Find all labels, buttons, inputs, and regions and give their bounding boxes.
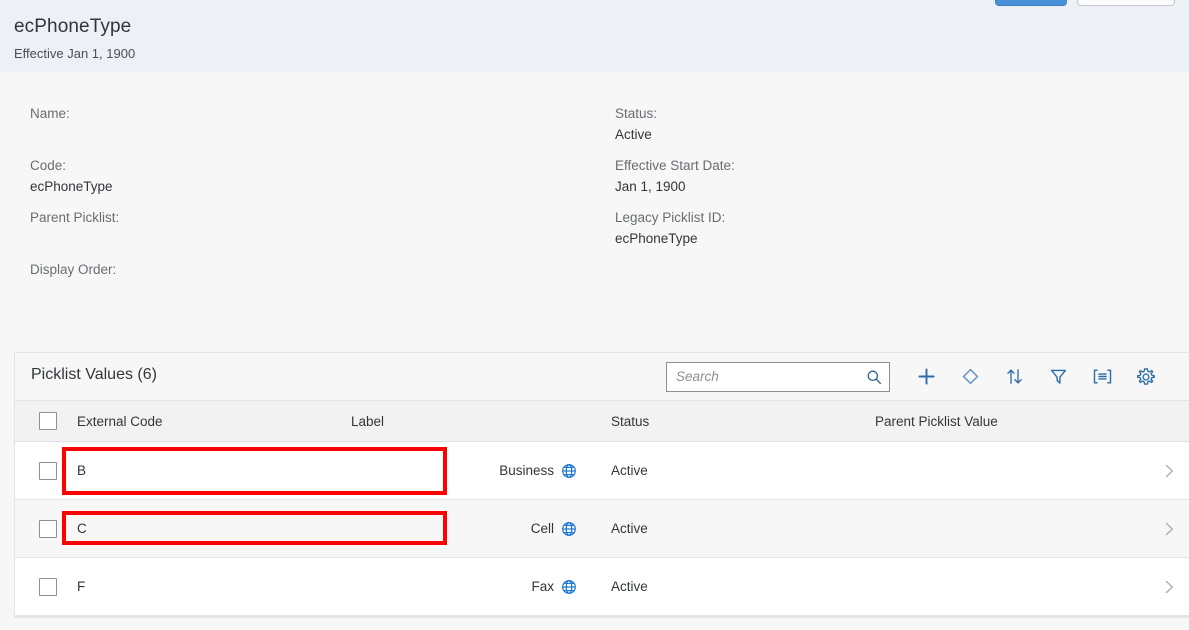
column-header-parent-picklist-value[interactable]: Parent Picklist Value [875, 414, 1150, 429]
cell-status: Active [611, 579, 875, 594]
search-icon[interactable] [866, 369, 882, 385]
table-toolbar-actions [666, 353, 1168, 400]
field-parent-picklist-value [30, 229, 119, 248]
field-status-value: Active [615, 125, 657, 144]
picklist-values-table: Picklist Values (6) [14, 352, 1189, 617]
column-header-external-code[interactable]: External Code [77, 414, 351, 429]
globe-icon[interactable] [561, 521, 577, 537]
column-header-status[interactable]: Status [611, 414, 875, 429]
column-header-label[interactable]: Label [351, 414, 611, 429]
row-checkbox[interactable] [39, 462, 57, 480]
field-parent-picklist: Parent Picklist: [30, 209, 119, 248]
cell-external-code: C [77, 521, 351, 536]
add-icon[interactable] [904, 357, 948, 397]
field-legacy-picklist-id: Legacy Picklist ID: ecPhoneType [615, 209, 725, 248]
table-bottom-divider [14, 617, 1189, 618]
cell-external-code: F [77, 579, 351, 594]
select-all-checkbox-cell[interactable] [15, 412, 77, 430]
group-icon[interactable] [1080, 357, 1124, 397]
field-legacy-picklist-id-value: ecPhoneType [615, 229, 725, 248]
field-code-value: ecPhoneType [30, 177, 113, 196]
row-checkbox-cell[interactable] [15, 462, 77, 480]
field-legacy-picklist-id-label: Legacy Picklist ID: [615, 209, 725, 227]
sort-icon[interactable] [992, 357, 1036, 397]
field-code-label: Code: [30, 157, 113, 175]
cell-external-code: B [77, 463, 351, 478]
field-code: Code: ecPhoneType [30, 157, 113, 196]
page-title: ecPhoneType [14, 16, 131, 38]
object-page-header: ecPhoneType Effective Jan 1, 1900 [0, 0, 1189, 72]
row-checkbox[interactable] [39, 578, 57, 596]
globe-icon[interactable] [561, 579, 577, 595]
header-primary-button[interactable] [995, 0, 1067, 6]
row-navigation-chevron-icon[interactable] [1150, 521, 1189, 537]
table-row[interactable]: B Business Active [15, 442, 1189, 500]
globe-icon[interactable] [561, 463, 577, 479]
settings-gear-icon[interactable] [1124, 357, 1168, 397]
field-status-label: Status: [615, 105, 657, 123]
picklist-detail-page: ecPhoneType Effective Jan 1, 1900 Name: … [0, 0, 1189, 630]
select-all-checkbox[interactable] [39, 412, 57, 430]
field-status: Status: Active [615, 105, 657, 144]
cell-label: Fax [351, 579, 611, 595]
search-field[interactable] [666, 362, 890, 392]
page-subtitle: Effective Jan 1, 1900 [14, 46, 135, 61]
header-secondary-button[interactable] [1077, 0, 1175, 6]
cell-label-text: Cell [531, 521, 554, 536]
field-parent-picklist-label: Parent Picklist: [30, 209, 119, 227]
field-name-label: Name: [30, 105, 70, 123]
header-action-buttons [995, 0, 1175, 6]
field-display-order-value [30, 281, 116, 300]
cell-label-text: Fax [531, 579, 554, 594]
field-display-order-label: Display Order: [30, 261, 116, 279]
table-title: Picklist Values (6) [31, 366, 157, 384]
filter-icon[interactable] [1036, 357, 1080, 397]
table-header-row: External Code Label Status Parent Pickli… [15, 401, 1189, 442]
row-checkbox[interactable] [39, 520, 57, 538]
table-toolbar: Picklist Values (6) [15, 353, 1189, 401]
table-row[interactable]: C Cell Active [15, 500, 1189, 558]
field-effective-start-date: Effective Start Date: Jan 1, 1900 [615, 157, 735, 196]
field-display-order: Display Order: [30, 261, 116, 300]
field-name-value [30, 125, 70, 144]
table-row[interactable]: F Fax Active [15, 558, 1189, 616]
cell-status: Active [611, 463, 875, 478]
row-checkbox-cell[interactable] [15, 578, 77, 596]
field-effective-start-date-value: Jan 1, 1900 [615, 177, 735, 196]
detail-form-section: Name: Code: ecPhoneType Parent Picklist:… [0, 72, 1189, 348]
cell-label: Business [351, 463, 611, 479]
cell-status: Active [611, 521, 875, 536]
row-checkbox-cell[interactable] [15, 520, 77, 538]
cell-label-text: Business [499, 463, 554, 478]
cell-label: Cell [351, 521, 611, 537]
row-navigation-chevron-icon[interactable] [1150, 463, 1189, 479]
field-name: Name: [30, 105, 70, 144]
diamond-icon[interactable] [948, 357, 992, 397]
field-effective-start-date-label: Effective Start Date: [615, 157, 735, 175]
row-navigation-chevron-icon[interactable] [1150, 579, 1189, 595]
search-input[interactable] [667, 363, 889, 391]
